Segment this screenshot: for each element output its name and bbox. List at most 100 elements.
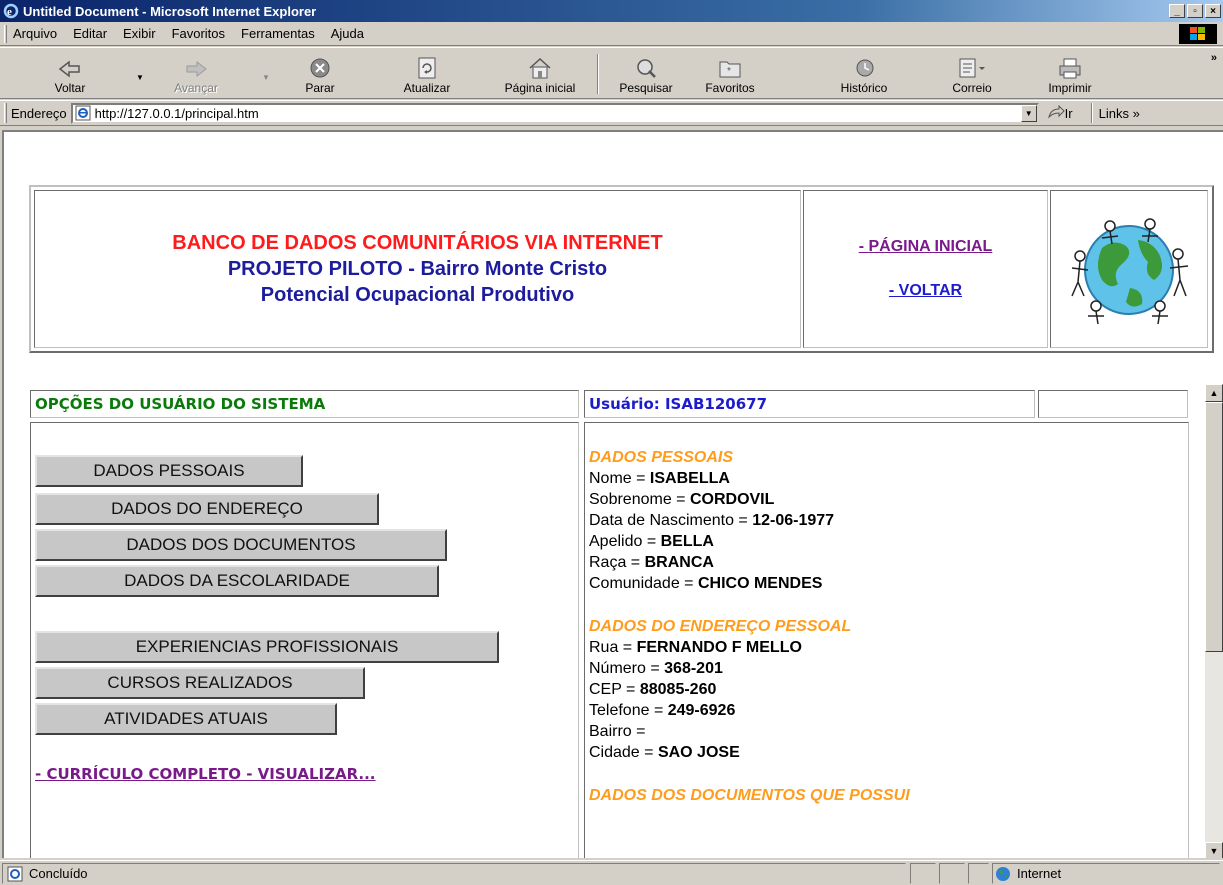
vertical-scrollbar[interactable]: ▲ ▼ <box>1205 384 1223 858</box>
field-value: ISABELLA <box>649 470 730 487</box>
field-row: Apelido = BELLA <box>589 531 1188 552</box>
scroll-down-arrow-icon[interactable]: ▼ <box>1205 842 1223 858</box>
history-button[interactable]: Histórico <box>832 50 896 98</box>
menu-arquivo[interactable]: Arquivo <box>13 26 57 41</box>
full-cv-link[interactable]: - CURRÍCULO COMPLETO - VISUALIZAR... <box>35 765 376 783</box>
history-label: Histórico <box>840 81 888 95</box>
address-data-button[interactable]: DADOS DO ENDEREÇO <box>35 493 379 525</box>
field-value: BRANCA <box>644 554 714 571</box>
field-key: Número = <box>589 660 665 677</box>
field-key: Sobrenome = <box>589 491 690 508</box>
stop-button[interactable]: Parar <box>298 50 342 98</box>
field-row: Nome = ISABELLA <box>589 468 1188 489</box>
address-label: Endereço <box>11 105 67 121</box>
back-dropdown-icon[interactable]: ▼ <box>136 73 144 82</box>
print-label: Imprimir <box>1048 81 1092 95</box>
search-button[interactable]: Pesquisar <box>613 50 679 98</box>
field-key: Comunidade = <box>589 575 698 592</box>
address-bar: Endereço http://127.0.0.1/principal.htm … <box>0 100 1223 126</box>
mail-button[interactable]: Correio <box>944 50 1000 98</box>
current-activities-button[interactable]: ATIVIDADES ATUAIS <box>35 703 337 735</box>
documents-section-title: DADOS DOS DOCUMENTOS QUE POSSUI <box>589 787 910 804</box>
home-page-link[interactable]: - PÁGINA INICIAL <box>859 238 993 256</box>
status-cell <box>910 863 936 884</box>
address-dropdown-icon[interactable]: ▼ <box>1020 104 1037 122</box>
minimize-button[interactable]: _ <box>1169 4 1185 18</box>
status-main: Concluído <box>2 863 906 884</box>
field-key: Rua = <box>589 639 637 656</box>
field-value: CHICO MENDES <box>697 575 823 592</box>
header-line-2: PROJETO PILOTO - Bairro Monte Cristo <box>227 258 608 280</box>
maximize-button[interactable]: ▫ <box>1187 4 1203 18</box>
mail-icon <box>959 58 985 78</box>
back-link[interactable]: - VOLTAR <box>889 282 962 300</box>
ie-logo-icon: e <box>3 3 19 19</box>
address-grip[interactable] <box>4 103 7 123</box>
menu-grip[interactable] <box>4 24 7 43</box>
menu-ajuda[interactable]: Ajuda <box>331 26 364 41</box>
refresh-icon <box>418 57 436 79</box>
title-bar: e Untitled Document - Microsoft Internet… <box>0 0 1223 22</box>
search-icon <box>637 59 656 78</box>
header-links-cell: - PÁGINA INICIAL - VOLTAR <box>803 190 1048 348</box>
schooling-data-button[interactable]: DADOS DA ESCOLARIDADE <box>35 565 439 597</box>
forward-button[interactable]: Avançar <box>166 50 226 98</box>
print-button[interactable]: Imprimir <box>1040 50 1100 98</box>
forward-arrow-icon <box>186 60 207 78</box>
address-input[interactable]: http://127.0.0.1/principal.htm ▼ <box>70 102 1039 124</box>
scroll-thumb[interactable] <box>1205 402 1223 652</box>
field-row: Rua = FERNANDO F MELLO <box>589 637 1188 658</box>
menu-favoritos[interactable]: Favoritos <box>172 26 225 41</box>
menu-exibir[interactable]: Exibir <box>123 26 156 41</box>
search-label: Pesquisar <box>619 81 673 95</box>
header-globe-cell <box>1050 190 1208 348</box>
field-row: Data de Nascimento = 12-06-1977 <box>589 510 1188 531</box>
field-row: Cidade = SAO JOSE <box>589 742 1188 763</box>
professional-experience-button[interactable]: EXPERIENCIAS PROFISSIONAIS <box>35 631 499 663</box>
field-row: Raça = BRANCA <box>589 552 1188 573</box>
ie-page-icon <box>75 105 91 121</box>
status-bar: Concluído Internet <box>0 860 1223 885</box>
field-key: Data de Nascimento = <box>589 512 753 529</box>
field-key: Nome = <box>589 470 650 487</box>
field-row: Telefone = 249-6926 <box>589 700 1188 721</box>
personal-data-button[interactable]: DADOS PESSOAIS <box>35 455 303 487</box>
globe-people-icon <box>1071 218 1189 325</box>
links-button[interactable]: Links » <box>1099 106 1140 121</box>
status-cell <box>968 863 989 884</box>
refresh-label: Atualizar <box>403 81 451 95</box>
back-button[interactable]: Voltar <box>44 50 96 98</box>
header-title-cell: BANCO DE DADOS COMUNITÁRIOS VIA INTERNET… <box>34 190 801 348</box>
close-button[interactable]: × <box>1205 4 1221 18</box>
courses-button[interactable]: CURSOS REALIZADOS <box>35 667 365 699</box>
toolbar-more-chevron-icon[interactable]: » <box>1211 52 1217 64</box>
status-cell <box>939 863 965 884</box>
field-key: Bairro = <box>589 723 646 740</box>
field-value: 368-201 <box>664 660 723 677</box>
favorites-button[interactable]: * Favoritos <box>697 50 763 98</box>
field-row: CEP = 88085-260 <box>589 679 1188 700</box>
printer-icon <box>1059 58 1081 79</box>
go-button[interactable]: Ir <box>1047 105 1073 121</box>
header-line-1: BANCO DE DADOS COMUNITÁRIOS VIA INTERNET <box>172 232 663 254</box>
menu-ferramentas[interactable]: Ferramentas <box>241 26 315 41</box>
svg-text:e: e <box>7 6 12 18</box>
header-line-3: Potencial Ocupacional Produtivo <box>260 284 575 306</box>
favorites-label: Favoritos <box>705 81 755 95</box>
menu-bar: Arquivo Editar Exibir Favoritos Ferramen… <box>0 22 1223 46</box>
stop-icon <box>310 58 330 78</box>
page-done-icon <box>7 866 23 881</box>
field-value: FERNANDO F MELLO <box>636 639 802 656</box>
field-row: Bairro = <box>589 721 1188 742</box>
home-button[interactable]: Página inicial <box>490 50 590 98</box>
documents-data-button[interactable]: DADOS DOS DOCUMENTOS <box>35 529 447 561</box>
favorites-folder-icon: * <box>719 61 741 78</box>
refresh-button[interactable]: Atualizar <box>397 50 457 98</box>
scroll-up-arrow-icon[interactable]: ▲ <box>1205 384 1223 402</box>
home-label: Página inicial <box>504 81 576 95</box>
forward-dropdown-icon[interactable]: ▼ <box>262 73 270 82</box>
menu-editar[interactable]: Editar <box>73 26 107 41</box>
personal-section-title: DADOS PESSOAIS <box>589 449 734 466</box>
